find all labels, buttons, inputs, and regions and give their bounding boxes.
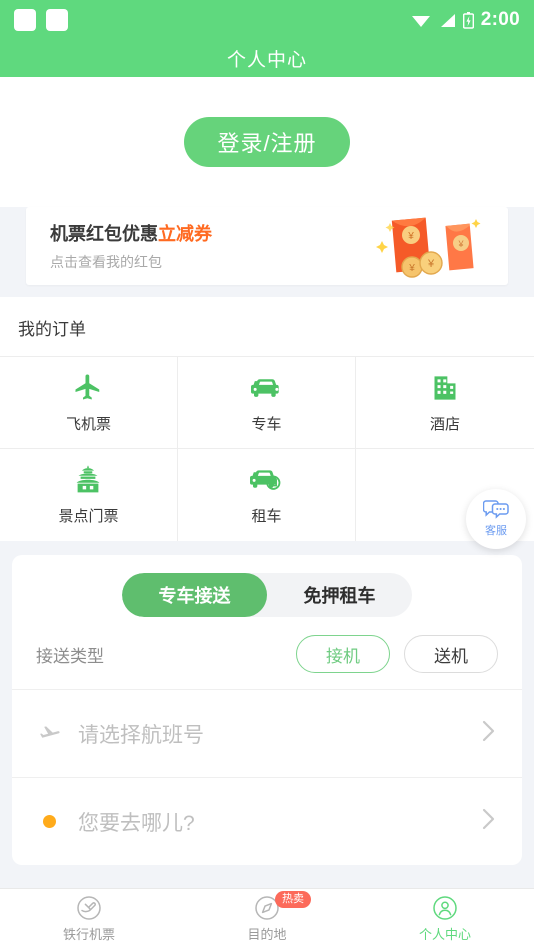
order-item-label: 景点门票 — [58, 508, 119, 525]
orders-section-title: 我的订单 — [18, 320, 86, 339]
login-register-button[interactable]: 登录/注册 — [184, 117, 350, 167]
status-bar-indicators: 2:00 — [411, 9, 520, 31]
coupon-banner[interactable]: 机票红包优惠立减券 点击查看我的红包 ¥ ¥ ¥ ¥ — [26, 207, 508, 285]
car-icon — [251, 372, 281, 402]
order-item-flight[interactable]: 飞机票 — [0, 357, 178, 449]
order-item-label: 飞机票 — [65, 415, 111, 433]
svg-text:¥: ¥ — [407, 231, 414, 242]
svg-text:¥: ¥ — [457, 239, 464, 249]
login-section: 登录/注册 — [0, 77, 534, 207]
destination-field[interactable]: 您要去哪儿? — [12, 777, 522, 865]
option-pickup[interactable]: 接机 — [296, 635, 390, 673]
hot-sale-badge: 热卖 — [275, 891, 311, 909]
tabbar-item-flights[interactable]: 铁行机票 — [0, 889, 178, 948]
orders-grid: 飞机票 专车 酒店 景点门票 租车 — [0, 356, 534, 541]
coupon-title-highlight: 立减券 — [158, 224, 212, 244]
svg-text:¥: ¥ — [408, 263, 415, 274]
signal-icon — [440, 14, 455, 27]
transfer-type-row: 接送类型 接机 送机 — [12, 617, 522, 689]
rental-car-icon — [250, 464, 282, 494]
booking-card: 专车接送 免押租车 接送类型 接机 送机 请选择航班号 您要去哪儿? — [12, 555, 522, 865]
wifi-icon — [411, 16, 430, 27]
orders-section: 我的订单 飞机票 专车 酒店 景点门票 租车 — [0, 297, 534, 541]
coupon-title: 机票红包优惠立减券 — [50, 220, 212, 246]
order-item-label: 专车 — [251, 415, 282, 433]
app-header: 个人中心 — [0, 40, 534, 77]
order-item-label: 酒店 — [429, 415, 460, 433]
red-envelope-illustration: ¥ ¥ ¥ ¥ — [376, 211, 486, 281]
option-dropoff[interactable]: 送机 — [404, 635, 498, 673]
customer-service-label: 客服 — [485, 525, 507, 537]
coupon-section: 机票红包优惠立减券 点击查看我的红包 ¥ ¥ ¥ ¥ — [0, 207, 534, 297]
order-item-private-car[interactable]: 专车 — [177, 357, 356, 449]
bottom-navigation: 铁行机票 热卖 目的地 个人中心 — [0, 888, 534, 948]
chevron-right-icon — [480, 716, 498, 751]
red-envelope-icon: ¥ ¥ ¥ ¥ — [376, 217, 481, 278]
tab-deposit-free-rental[interactable]: 免押租车 — [267, 573, 412, 617]
coupon-subtitle: 点击查看我的红包 — [50, 254, 162, 270]
booking-section: 专车接送 免押租车 接送类型 接机 送机 请选择航班号 您要去哪儿? — [0, 541, 534, 865]
tabbar-label: 目的地 — [247, 926, 287, 942]
flight-number-field[interactable]: 请选择航班号 — [12, 689, 522, 777]
status-bar: 2:00 — [0, 0, 534, 40]
coupon-title-main: 机票红包优惠 — [50, 224, 158, 244]
transfer-type-options: 接机 送机 — [296, 635, 498, 673]
coupon-text-group: 机票红包优惠立减券 点击查看我的红包 — [50, 220, 212, 272]
chat-bubble-icon — [483, 500, 509, 519]
order-item-attraction-ticket[interactable]: 景点门票 — [0, 449, 178, 541]
order-item-hotel[interactable]: 酒店 — [355, 357, 534, 449]
tab-private-car-transfer[interactable]: 专车接送 — [122, 573, 267, 617]
customer-service-button[interactable]: 客服 — [466, 489, 526, 549]
plane-icon — [73, 372, 103, 402]
hotel-icon — [431, 372, 459, 402]
flight-number-placeholder: 请选择航班号 — [78, 723, 204, 747]
svg-text:¥: ¥ — [427, 258, 435, 270]
chevron-right-icon — [480, 804, 498, 839]
tabbar-item-profile[interactable]: 个人中心 — [356, 889, 534, 948]
notification-square-icon — [14, 9, 36, 31]
page-title: 个人中心 — [226, 50, 307, 71]
plane-takeoff-icon — [36, 725, 62, 742]
person-circle-icon — [433, 895, 457, 920]
transfer-type-label: 接送类型 — [36, 646, 104, 666]
status-bar-time: 2:00 — [480, 9, 520, 30]
status-bar-notifications — [14, 9, 68, 31]
tabbar-item-destination[interactable]: 热卖 目的地 — [178, 889, 356, 948]
order-item-label: 租车 — [251, 508, 282, 525]
booking-tabs-container: 专车接送 免押租车 — [12, 573, 522, 617]
destination-placeholder: 您要去哪儿? — [78, 811, 195, 835]
booking-tabs: 专车接送 免押租车 — [122, 573, 412, 617]
tabbar-label: 个人中心 — [418, 926, 471, 942]
order-item-car-rental[interactable]: 租车 — [178, 449, 356, 541]
pagoda-icon — [73, 464, 103, 494]
location-dot-icon — [36, 815, 62, 828]
notification-square-icon — [46, 9, 68, 31]
tabbar-label: 铁行机票 — [62, 926, 115, 942]
battery-icon — [462, 11, 474, 29]
plane-circle-icon — [77, 895, 101, 920]
